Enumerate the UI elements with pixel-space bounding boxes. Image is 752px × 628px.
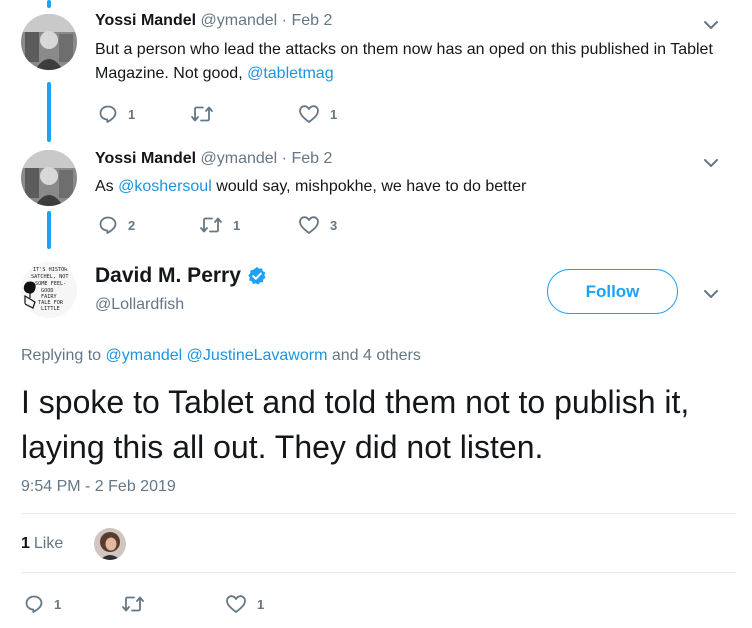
- like-icon: [299, 216, 319, 234]
- retweet-button[interactable]: 1: [199, 215, 240, 235]
- verified-badge-icon: [248, 267, 266, 285]
- author-display-name[interactable]: Yossi Mandel: [95, 150, 196, 167]
- likes-summary[interactable]: 1 Like: [21, 535, 63, 553]
- avatar-sign-text: SOME FEEL-: [35, 281, 66, 287]
- author-name[interactable]: Yossi Mandel @ymandel · Feb 2: [95, 150, 332, 168]
- thread-line-top: [47, 0, 51, 8]
- reply-button[interactable]: 1: [24, 594, 61, 614]
- chevron-down-icon[interactable]: [702, 16, 720, 34]
- author-handle-time[interactable]: @ymandel · Feb 2: [201, 150, 333, 167]
- retweet-button[interactable]: [121, 594, 155, 614]
- reply-icon: [99, 216, 117, 234]
- tweet-text-segment: But a person who lead the attacks on the…: [95, 41, 713, 82]
- main-handle[interactable]: @Lollardfish: [95, 296, 184, 314]
- mention-link[interactable]: @koshersoul: [118, 178, 212, 195]
- author-display-name[interactable]: Yossi Mandel: [95, 12, 196, 29]
- like-icon: [299, 105, 319, 123]
- retweet-icon: [122, 596, 144, 612]
- avatar-sign-text: LITTLE: [41, 306, 60, 312]
- retweet-button[interactable]: [190, 104, 224, 124]
- like-button[interactable]: 1: [225, 594, 264, 614]
- main-tweet-text: I spoke to Tablet and told them not to p…: [21, 384, 690, 465]
- retweet-count: 1: [233, 217, 241, 233]
- tweet-text: As @koshersoul would say, mishpokhe, we …: [95, 175, 735, 199]
- replying-to-label: Replying to: [21, 347, 106, 364]
- avatar[interactable]: [21, 14, 77, 70]
- replying-mention[interactable]: @JustineLavaworm: [187, 347, 328, 364]
- main-avatar[interactable]: IT'S HISTOR SATCHEL, NOT SOME FEEL- GOOD…: [21, 262, 77, 318]
- avatar-sign-text: SATCHEL, NOT: [31, 274, 68, 280]
- like-count: 3: [330, 217, 338, 233]
- divider: [21, 572, 736, 573]
- tweet-text-segment: As: [95, 178, 119, 195]
- avatar[interactable]: [21, 150, 77, 206]
- reply-count: 1: [54, 596, 62, 612]
- tweet-timestamp[interactable]: 9:54 PM - 2 Feb 2019: [21, 478, 176, 496]
- reply-count: 2: [128, 217, 136, 233]
- main-display-name[interactable]: David M. Perry: [95, 264, 241, 288]
- like-total-label: Like: [33, 535, 64, 552]
- like-count: 1: [330, 106, 338, 122]
- like-button[interactable]: 1: [298, 104, 337, 124]
- retweet-icon: [200, 217, 222, 233]
- replying-to: Replying to @ymandel @JustineLavaworm an…: [21, 347, 421, 365]
- reply-button[interactable]: 1: [98, 104, 135, 124]
- reply-button[interactable]: 2: [98, 215, 135, 235]
- reply-icon: [25, 595, 43, 613]
- like-button[interactable]: 3: [298, 215, 337, 235]
- like-total: 1: [21, 535, 30, 552]
- divider: [21, 513, 736, 514]
- avatar-sign-text: IT'S HISTOR: [33, 267, 68, 273]
- thread-line-bottom: [47, 211, 51, 249]
- tweet-text-segment: would say, mishpokhe, we have to do bett…: [211, 178, 527, 195]
- like-count: 1: [257, 596, 265, 612]
- replying-others[interactable]: and 4 others: [327, 347, 421, 364]
- reply-count: 1: [128, 106, 136, 122]
- thread-line-middle: [47, 82, 51, 142]
- like-icon: [226, 595, 246, 613]
- reply-icon: [99, 105, 117, 123]
- chevron-down-icon[interactable]: [702, 154, 720, 172]
- main-author-name[interactable]: David M. Perry: [95, 264, 267, 288]
- mention-link[interactable]: @tabletmag: [247, 65, 334, 82]
- retweet-icon: [191, 106, 213, 122]
- chevron-down-icon[interactable]: [702, 285, 720, 303]
- tweet-text: But a person who lead the attacks on the…: [95, 38, 735, 86]
- author-name[interactable]: Yossi Mandel @ymandel · Feb 2: [95, 12, 332, 30]
- follow-button[interactable]: Follow: [547, 269, 678, 314]
- author-handle-time[interactable]: @ymandel · Feb 2: [201, 12, 333, 29]
- replying-mention[interactable]: @ymandel: [106, 347, 183, 364]
- liker-avatar[interactable]: [94, 528, 126, 560]
